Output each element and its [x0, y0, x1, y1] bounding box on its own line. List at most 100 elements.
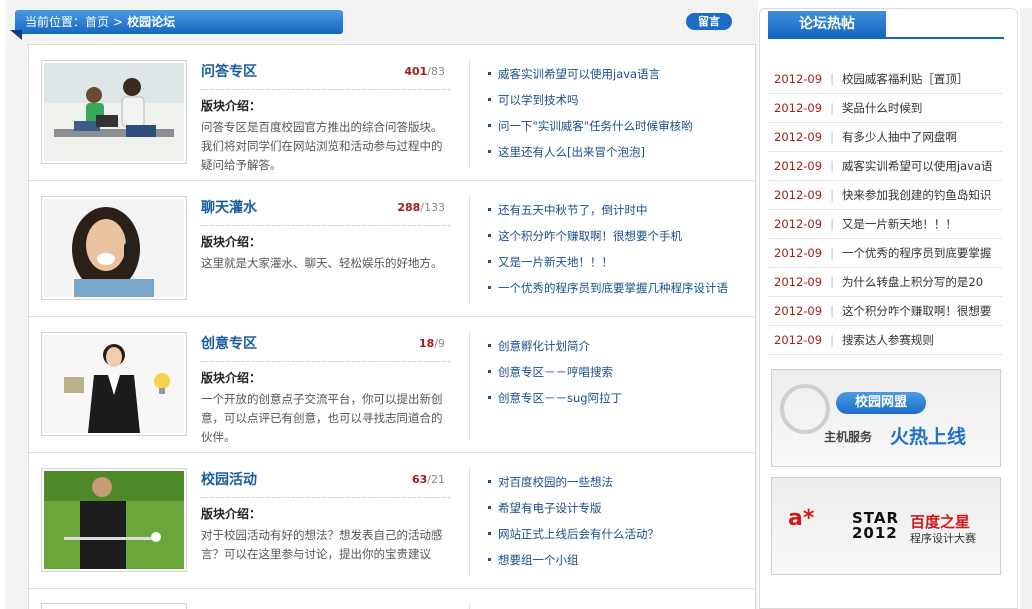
- recent-topics: 还有五天中秋节了，倒计时中 这个积分咋个赚取啊！很想要个手机 又是一片新天地！！…: [488, 199, 728, 303]
- forum-thumbnail-qa[interactable]: [41, 60, 187, 164]
- dashed-divider: [201, 497, 451, 498]
- campus-alliance-banner[interactable]: 校园网盟 主机服务 火热上线: [771, 369, 1001, 467]
- hot-posts-list: 2012-09 | 校园威客福利贴［置顶］ 2012-09 | 奖品什么时候到 2012…: [768, 65, 1002, 355]
- dashed-divider: [201, 89, 451, 90]
- post-title[interactable]: 快来参加我创建的钓鱼岛知识: [842, 188, 992, 202]
- topic-count: 401: [404, 65, 428, 78]
- astar-brand: a: [788, 506, 803, 531]
- topic-link[interactable]: 这个积分咋个赚取啊！很想要个手机: [488, 225, 728, 251]
- topic-link[interactable]: 威客实训希望可以使用java语言: [488, 63, 693, 89]
- post-title[interactable]: 一个优秀的程序员到底要掌握: [842, 246, 992, 260]
- intro-label: 版块介绍：: [201, 371, 262, 385]
- alliance-badge: 校园网盟: [836, 392, 926, 414]
- hot-post-item[interactable]: 2012-09 | 有多少人抽中了网盘啊: [768, 123, 1002, 152]
- breadcrumb-prefix: 当前位置：: [25, 15, 86, 29]
- post-date: 2012-09: [774, 217, 823, 231]
- post-date: 2012-09: [774, 188, 823, 202]
- hot-post-item[interactable]: 2012-09 | 搜索达人参赛规则: [768, 326, 1002, 355]
- post-title[interactable]: 奖品什么时候到: [842, 101, 923, 115]
- forum-thumbnail-idea[interactable]: [41, 332, 187, 436]
- post-title[interactable]: 为什么转盘上积分写的是20: [842, 275, 983, 289]
- hot-post-item[interactable]: 2012-09 | 为什么转盘上积分写的是20: [768, 268, 1002, 297]
- forum-title[interactable]: 校园活动: [201, 469, 257, 489]
- forum-row-qa: 问答专区 401/83 版块介绍： 问答专区是百度校园官方推出的综合问答版块。我…: [29, 45, 755, 181]
- recent-topics: 威客实训希望可以使用java语言 可以学到技术吗 问一下"实训威客"任务什么时候…: [488, 63, 693, 167]
- forum-thumbnail-partial: [41, 603, 187, 609]
- topic-link[interactable]: 问一下"实训威客"任务什么时候审核哟: [488, 115, 693, 141]
- forum-count: 401/83: [359, 65, 445, 78]
- post-date: 2012-09: [774, 101, 823, 115]
- topic-link[interactable]: 对百度校园的一些想法: [488, 471, 659, 497]
- forum-list: 问答专区 401/83 版块介绍： 问答专区是百度校园官方推出的综合问答版块。我…: [28, 44, 756, 609]
- forum-title[interactable]: 聊天灌水: [201, 197, 257, 217]
- forum-description: 对于校园活动有好的想法？想发表自己的活动感言？可以在这里参与讨论，提出你的宝贵建…: [201, 528, 443, 561]
- main-column: 当前位置：首页 > 校园论坛 留言 问答专区 401/83 版块介绍： 问答专区…: [5, 0, 758, 609]
- column-divider: [469, 59, 470, 169]
- activity-photo-image: [44, 471, 184, 569]
- post-date: 2012-09: [774, 275, 823, 289]
- forum-row-chat: 聊天灌水 288/133 版块介绍： 这里就是大家灌水、聊天、轻松娱乐的好地方。…: [29, 181, 755, 317]
- post-date: 2012-09: [774, 130, 823, 144]
- post-title[interactable]: 有多少人抽中了网盘啊: [842, 130, 957, 144]
- topic-link[interactable]: 希望有电子设计专版: [488, 497, 659, 523]
- post-title[interactable]: 又是一片新天地！！！: [842, 217, 957, 231]
- qa-photo-image: [44, 63, 184, 161]
- alliance-service: 主机服务: [824, 430, 873, 444]
- breadcrumb: 当前位置：首页 > 校园论坛: [15, 10, 343, 34]
- forum-title[interactable]: 问答专区: [201, 61, 257, 81]
- recent-topics: 创意孵化计划简介 创意专区－－哼唱搜索 创意专区－－sug阿拉丁: [488, 335, 622, 413]
- post-count: /21: [427, 473, 445, 486]
- post-title[interactable]: 威客实训希望可以使用java语: [842, 159, 993, 173]
- forum-count: 18/9: [359, 337, 445, 350]
- topic-link[interactable]: 网站正式上线后会有什么活动？: [488, 523, 659, 549]
- breadcrumb-current: 校园论坛: [127, 15, 176, 29]
- forum-thumbnail-chat[interactable]: [41, 196, 187, 300]
- forum-row-activity: 校园活动 63/21 版块介绍： 对于校园活动有好的想法？想发表自己的活动感言？…: [29, 453, 755, 589]
- hot-post-item[interactable]: 2012-09 | 奖品什么时候到: [768, 94, 1002, 123]
- topic-link[interactable]: 还有五天中秋节了，倒计时中: [488, 199, 728, 225]
- post-count: /83: [427, 65, 445, 78]
- post-count: /9: [434, 337, 445, 350]
- topic-link[interactable]: 这里还有人么[出来冒个泡泡]: [488, 141, 693, 167]
- hot-post-item[interactable]: 2012-09 | 校园威客福利贴［置顶］: [768, 65, 1002, 94]
- topic-link[interactable]: 想要组一个小组: [488, 549, 659, 575]
- hot-post-item[interactable]: 2012-09 | 这个积分咋个赚取啊！很想要: [768, 297, 1002, 326]
- topic-link[interactable]: 创意专区－－哼唱搜索: [488, 361, 622, 387]
- breadcrumb-home-link[interactable]: 首页: [85, 15, 109, 29]
- forum-count: 63/21: [359, 473, 445, 486]
- message-button[interactable]: 留言: [686, 13, 732, 30]
- forum-description: 这里就是大家灌水、聊天、轻松娱乐的好地方。: [201, 256, 443, 270]
- column-divider: [469, 331, 470, 441]
- hot-post-item[interactable]: 2012-09 | 快来参加我创建的钓鱼岛知识: [768, 181, 1002, 210]
- astar-banner[interactable]: a* STAR 2012 百度之星 程序设计大赛: [771, 477, 1001, 575]
- hot-post-item[interactable]: 2012-09 | 一个优秀的程序员到底要掌握: [768, 239, 1002, 268]
- hot-post-item[interactable]: 2012-09 | 威客实训希望可以使用java语: [768, 152, 1002, 181]
- post-title[interactable]: 搜索达人参赛规则: [842, 333, 934, 347]
- post-date: 2012-09: [774, 333, 823, 347]
- topic-link[interactable]: 创意专区－－sug阿拉丁: [488, 387, 622, 413]
- topic-link[interactable]: 一个优秀的程序员到底要掌握几种程序设计语: [488, 277, 728, 303]
- hot-post-item[interactable]: 2012-09 | 又是一片新天地！！！: [768, 210, 1002, 239]
- topic-link[interactable]: 可以学到技术吗: [488, 89, 693, 115]
- topic-link[interactable]: 又是一片新天地！！！: [488, 251, 728, 277]
- chat-photo-image: [44, 199, 184, 297]
- forum-thumbnail-activity[interactable]: [41, 468, 187, 572]
- astar-title: 百度之星: [910, 513, 971, 531]
- forum-title[interactable]: 创意专区: [201, 333, 257, 353]
- column-divider: [469, 195, 470, 305]
- hot-posts-underline: [768, 37, 1004, 39]
- column-divider: [469, 603, 470, 609]
- topic-count: 18: [418, 337, 435, 350]
- topic-count: 288: [397, 201, 421, 214]
- alliance-logo-icon: [780, 384, 830, 434]
- recent-topics: 对百度校园的一些想法 希望有电子设计专版 网站正式上线后会有什么活动？ 想要组一…: [488, 471, 659, 575]
- astar-logo: a*: [788, 506, 814, 541]
- breadcrumb-separator: >: [113, 15, 124, 29]
- idea-photo-image: [44, 335, 184, 433]
- column-divider: [469, 467, 470, 577]
- topic-link[interactable]: 创意孵化计划简介: [488, 335, 622, 361]
- post-title[interactable]: 校园威客福利贴［置顶］: [842, 72, 969, 86]
- intro-label: 版块介绍：: [201, 99, 262, 113]
- forum-row-partial: [29, 589, 755, 609]
- post-title[interactable]: 这个积分咋个赚取啊！很想要: [842, 304, 992, 318]
